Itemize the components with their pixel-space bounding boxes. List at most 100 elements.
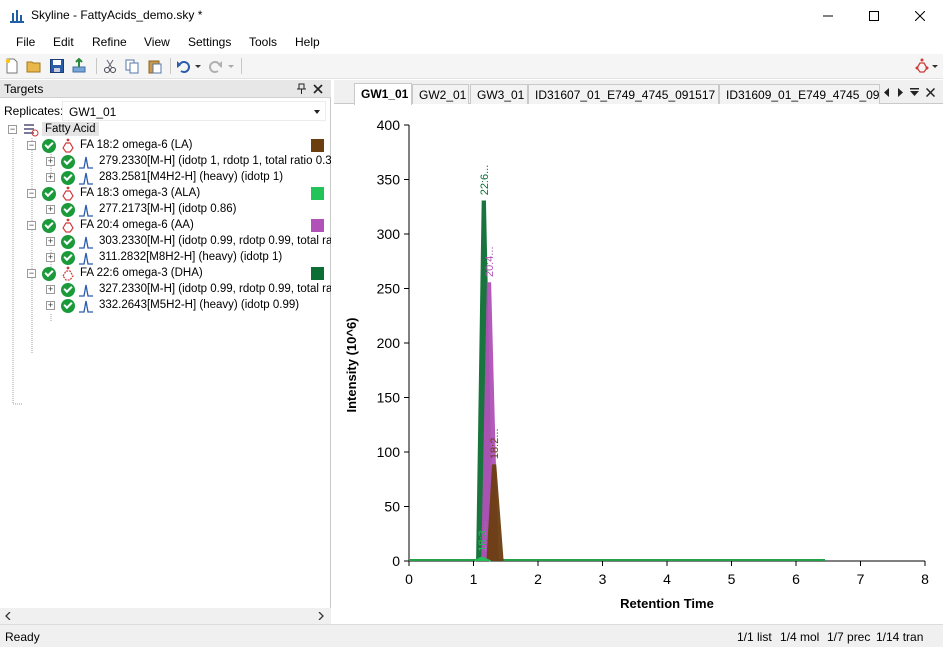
molecule-dropdown-icon[interactable] <box>931 58 939 74</box>
window-title: Skyline - FattyAcids_demo.sky * <box>31 8 203 22</box>
expand-icon[interactable]: + <box>46 285 55 294</box>
open-folder-icon[interactable] <box>26 58 42 74</box>
maximize-button[interactable] <box>851 0 897 31</box>
tree-item-label: 277.2173[M-H] (idotp 0.86) <box>99 203 237 215</box>
redo-dropdown-icon[interactable] <box>227 58 235 74</box>
collapse-icon[interactable]: − <box>27 189 36 198</box>
check-icon <box>42 187 56 201</box>
tree-molecule-aa[interactable]: − FA 20:4 omega-6 (AA) <box>0 218 331 234</box>
x-axis-label: Retention Time <box>620 596 714 611</box>
tree-item-label: FA 22:6 omega-3 (DHA) <box>80 267 203 279</box>
close-icon[interactable] <box>926 88 935 97</box>
x-tick-label: 2 <box>534 571 542 587</box>
undo-icon[interactable] <box>176 58 192 74</box>
peak-label: 22:6... <box>479 165 491 196</box>
tree-item-label: FA 18:3 omega-3 (ALA) <box>80 187 201 199</box>
tab-gw3-01[interactable]: GW3_01 <box>470 84 528 104</box>
status-list-count: 1/1 list <box>737 630 772 644</box>
molecule-icon <box>62 266 74 281</box>
molecule-icon[interactable] <box>914 58 930 74</box>
collapse-icon[interactable]: − <box>27 221 36 230</box>
tree-item-label: FA 20:4 omega-6 (AA) <box>80 219 194 231</box>
tab-scroll-left-icon[interactable] <box>883 88 890 97</box>
x-tick-label: 7 <box>857 571 865 587</box>
horizontal-scrollbar[interactable] <box>0 608 331 624</box>
collapse-icon[interactable]: − <box>27 141 36 150</box>
copy-icon[interactable] <box>124 58 140 74</box>
status-prec-count: 1/7 prec <box>827 630 871 644</box>
chromatogram-svg[interactable]: 0 50 100 150 200 250 300 350 400 0 1 2 3 4 5 6 7 8 22:6..… <box>334 105 943 624</box>
menu-tools[interactable]: Tools <box>249 35 277 49</box>
targets-panel: Targets Replicates: GW1_01 − Fatty Acid … <box>0 80 331 624</box>
tab-gw1-01[interactable]: GW1_01 <box>354 83 412 105</box>
tab-scroll-right-icon[interactable] <box>897 88 904 97</box>
molecule-list-icon <box>24 124 39 137</box>
tree-molecule-la[interactable]: − FA 18:2 omega-6 (LA) <box>0 138 331 154</box>
peak-label: 18:3... <box>477 521 489 552</box>
y-axis-label: Intensity (10^6) <box>344 317 359 412</box>
tree-transition[interactable]: + 283.2581[M4H2-H] (heavy) (idotp 1) <box>0 170 331 186</box>
status-ready: Ready <box>5 630 40 644</box>
replicates-label: Replicates: <box>4 104 64 118</box>
cut-icon[interactable] <box>102 58 118 74</box>
expand-icon[interactable]: + <box>46 173 55 182</box>
tab-gw2-01[interactable]: GW2_01 <box>412 84 469 104</box>
menu-settings[interactable]: Settings <box>188 35 231 49</box>
redo-icon[interactable] <box>207 58 223 74</box>
status-bar: Ready 1/1 list 1/4 mol 1/7 prec 1/14 tra… <box>0 624 943 647</box>
scroll-left-icon[interactable] <box>4 612 12 620</box>
title-bar: Skyline - FattyAcids_demo.sky * <box>0 0 943 31</box>
menu-file[interactable]: File <box>16 35 35 49</box>
scroll-right-icon[interactable] <box>317 612 325 620</box>
collapse-icon[interactable]: − <box>27 269 36 278</box>
x-tick-label: 1 <box>470 571 478 587</box>
chromatogram-chart[interactable]: 0 50 100 150 200 250 300 350 400 0 1 2 3 4 5 6 7 8 22:6..… <box>334 105 943 624</box>
check-icon <box>42 219 56 233</box>
pin-icon[interactable] <box>296 83 307 95</box>
new-document-icon[interactable] <box>4 58 20 74</box>
tab-id31609[interactable]: ID31609_01_E749_4745_091 <box>719 84 880 104</box>
tree-transition[interactable]: + 332.2643[M5H2-H] (heavy) (idotp 0.99) <box>0 298 331 314</box>
minimize-button[interactable] <box>805 0 851 31</box>
x-tick-label: 0 <box>405 571 413 587</box>
undo-dropdown-icon[interactable] <box>194 58 202 74</box>
tab-id31607[interactable]: ID31607_01_E749_4745_091517 <box>528 84 719 104</box>
expand-icon[interactable]: + <box>46 301 55 310</box>
tree-molecule-dha[interactable]: − FA 22:6 omega-3 (DHA) <box>0 266 331 282</box>
menu-view[interactable]: View <box>144 35 170 49</box>
x-tick-label: 5 <box>728 571 736 587</box>
chromatogram-pane: GW1_01 GW2_01 GW3_01 ID31607_01_E749_474… <box>334 80 943 624</box>
x-tick-label: 6 <box>792 571 800 587</box>
save-icon[interactable] <box>49 58 65 74</box>
peak-label: 18:2... <box>489 429 501 460</box>
close-button[interactable] <box>897 0 943 31</box>
y-tick-label: 50 <box>384 499 400 515</box>
expand-icon[interactable]: + <box>46 157 55 166</box>
menu-edit[interactable]: Edit <box>53 35 74 49</box>
targets-panel-title: Targets <box>4 82 44 96</box>
menu-refine[interactable]: Refine <box>92 35 127 49</box>
tree-molecule-ala[interactable]: − FA 18:3 omega-3 (ALA) <box>0 186 331 202</box>
tree-transition[interactable]: + 303.2330[M-H] (idotp 0.99, rdotp 0.99,… <box>0 234 331 250</box>
tree-root[interactable]: − Fatty Acid <box>0 122 331 138</box>
tree-transition[interactable]: + 311.2832[M8H2-H] (heavy) (idotp 1) <box>0 250 331 266</box>
status-mol-count: 1/4 mol <box>780 630 820 644</box>
expand-icon[interactable]: + <box>46 253 55 262</box>
paste-icon[interactable] <box>147 58 163 74</box>
targets-panel-header: Targets <box>0 80 331 98</box>
toolbar-separator <box>96 58 97 74</box>
tree-transition[interactable]: + 279.2330[M-H] (idotp 1, rdotp 1, total… <box>0 154 331 170</box>
color-swatch <box>311 267 324 280</box>
collapse-icon[interactable]: − <box>8 125 17 134</box>
close-icon[interactable] <box>313 84 323 94</box>
root-label: Fatty Acid <box>42 122 99 136</box>
tree-transition[interactable]: + 327.2330[M-H] (idotp 0.99, rdotp 0.99,… <box>0 282 331 298</box>
expand-icon[interactable]: + <box>46 237 55 246</box>
tab-list-icon[interactable] <box>910 88 919 97</box>
replicates-dropdown[interactable]: GW1_01 <box>62 101 326 121</box>
tree-transition[interactable]: + 277.2173[M-H] (idotp 0.86) <box>0 202 331 218</box>
expand-icon[interactable]: + <box>46 205 55 214</box>
menu-help[interactable]: Help <box>295 35 320 49</box>
publish-icon[interactable] <box>71 58 87 74</box>
maximize-icon <box>869 10 879 21</box>
